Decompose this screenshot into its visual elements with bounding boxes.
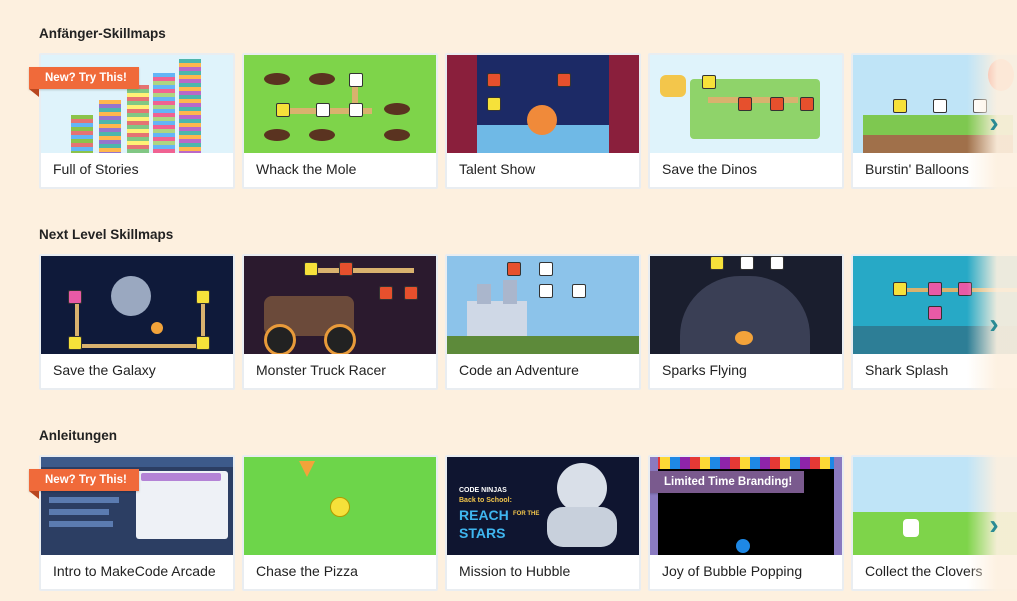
chevron-right-icon[interactable]: › xyxy=(979,107,1009,138)
card-carousel: Full of Stories Whack the Mole Talent Sh… xyxy=(29,53,1017,193)
badge-tail xyxy=(29,89,39,97)
card-thumbnail xyxy=(244,256,436,354)
card-mission-to-hubble[interactable]: CODE NINJAS Back to School: REACH FOR TH… xyxy=(445,455,641,591)
chevron-right-icon[interactable]: › xyxy=(979,509,1009,540)
card-title: Sparks Flying xyxy=(662,362,747,378)
chevron-right-icon[interactable]: › xyxy=(979,308,1009,339)
card-thumbnail xyxy=(244,55,436,153)
limited-badge: Limited Time Branding! xyxy=(650,471,805,493)
section-title: Anfänger-Skillmaps xyxy=(39,26,166,41)
card-title: Joy of Bubble Popping xyxy=(662,563,803,579)
card-talent-show[interactable]: Talent Show xyxy=(445,53,641,189)
card-title: Chase the Pizza xyxy=(256,563,358,579)
card-carousel: Save the Galaxy Monster Truck Racer Code… xyxy=(39,254,1017,394)
card-carousel: Intro to MakeCode Arcade Chase the Pizza… xyxy=(29,455,1017,595)
card-title: Whack the Mole xyxy=(256,161,357,177)
card-title: Intro to MakeCode Arcade xyxy=(53,563,216,579)
new-badge: New? Try This! xyxy=(29,67,139,89)
card-thumbnail: CODE NINJAS Back to School: REACH FOR TH… xyxy=(447,457,639,555)
card-thumbnail xyxy=(650,256,842,354)
card-joy-of-bubble-popping[interactable]: Joy of Bubble Popping Limited Time Brand… xyxy=(648,455,844,591)
card-title: Burstin' Balloons xyxy=(865,161,969,177)
section-title: Next Level Skillmaps xyxy=(39,227,174,242)
thumb-headline-text-3: STARS xyxy=(459,525,506,541)
card-thumbnail xyxy=(447,256,639,354)
thumb-headline-text: REACH xyxy=(459,507,509,523)
badge-tail xyxy=(29,491,39,499)
card-title: Mission to Hubble xyxy=(459,563,571,579)
thumb-brand-text: CODE NINJAS xyxy=(459,487,507,494)
card-save-the-galaxy[interactable]: Save the Galaxy xyxy=(39,254,235,390)
card-thumbnail xyxy=(41,256,233,354)
card-whack-the-mole[interactable]: Whack the Mole xyxy=(242,53,438,189)
card-title: Monster Truck Racer xyxy=(256,362,386,378)
card-title: Talent Show xyxy=(459,161,536,177)
thumb-headline-text-2: FOR THE xyxy=(513,511,540,517)
card-title: Full of Stories xyxy=(53,161,139,177)
card-title: Collect the Clovers xyxy=(865,563,983,579)
card-title: Save the Dinos xyxy=(662,161,757,177)
card-thumbnail xyxy=(650,55,842,153)
card-code-an-adventure[interactable]: Code an Adventure xyxy=(445,254,641,390)
card-thumbnail xyxy=(447,55,639,153)
card-monster-truck-racer[interactable]: Monster Truck Racer xyxy=(242,254,438,390)
card-thumbnail xyxy=(244,457,436,555)
new-badge: New? Try This! xyxy=(29,469,139,491)
section-title: Anleitungen xyxy=(39,428,117,443)
card-title: Code an Adventure xyxy=(459,362,579,378)
card-title: Save the Galaxy xyxy=(53,362,156,378)
card-title: Shark Splash xyxy=(865,362,949,378)
card-chase-the-pizza[interactable]: Chase the Pizza xyxy=(242,455,438,591)
thumb-subtitle-text: Back to School: xyxy=(459,497,512,504)
card-save-the-dinos[interactable]: Save the Dinos xyxy=(648,53,844,189)
card-sparks-flying[interactable]: Sparks Flying xyxy=(648,254,844,390)
